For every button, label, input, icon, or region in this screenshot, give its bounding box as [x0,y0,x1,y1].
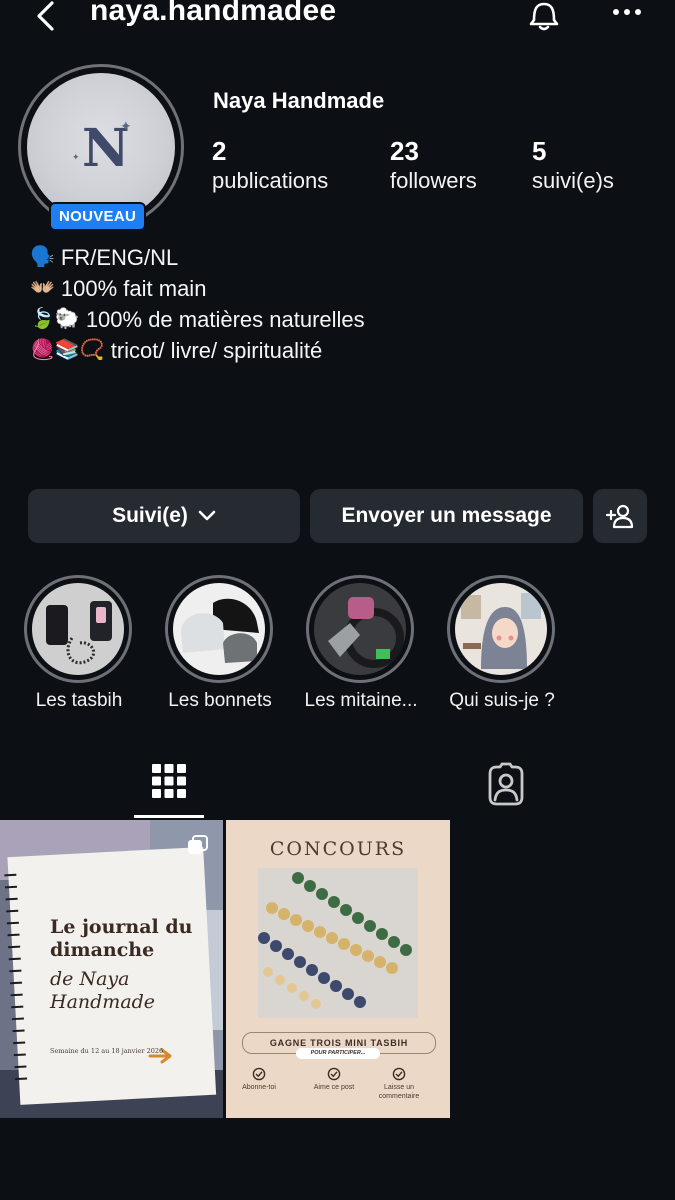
grid-tab-icon[interactable] [134,756,204,818]
display-name: Naya Handmade [213,88,385,113]
bell-icon[interactable] [524,0,564,36]
post-journal-title: Le journal du dimanche [50,916,193,962]
check-icon [392,1067,406,1081]
message-button-label: Envoyer un message [341,504,552,527]
highlight-label: Les bonnets [168,690,272,711]
add-user-icon [605,504,634,529]
post-subtitle-line: Handmade [50,991,156,1013]
post-concours-step: Aime ce post [313,1084,355,1091]
highlight-tasbih-image [32,583,124,675]
bio-text: tricot/ livre/ spiritualité [110,338,323,363]
highlight-label: Les mitaine... [304,690,418,711]
check-icon [252,1067,266,1081]
highlight-label: Les tasbih [35,690,123,711]
bio-text: 100% fait main [60,276,207,301]
post-title-line: dimanche [50,939,155,961]
post-subtitle-line: de Naya [50,968,130,990]
highlight-mitaines[interactable]: Les mitaine... [305,575,418,711]
bio-line: 🍃🐑 100% de matières naturelles [30,304,365,335]
following-button-label: Suivi(e) [112,504,188,527]
bio-text: FR/ENG/NL [60,245,179,270]
post-concours[interactable]: CONCOURS GAGNE TROIS MINI TASBIH POUR PA… [226,820,450,1118]
check-icon [327,1067,341,1081]
post-title-line: Le journal du [50,916,193,938]
bio-line: 🗣️ FR/ENG/NL [30,242,365,273]
chevron-down-icon [198,510,216,521]
tasbih-beads-photo [258,868,418,1018]
posts-count: 2 [212,136,227,166]
bio: 🗣️ FR/ENG/NL 👐🏼 100% fait main 🍃🐑 100% d… [30,242,365,366]
carousel-icon [188,835,208,854]
message-button[interactable]: Envoyer un message [310,489,583,543]
highlight-mitaines-image [314,583,406,675]
highlight-ring [165,575,273,683]
more-options-icon[interactable] [608,2,648,22]
speaking-head-emoji: 🗣️ [30,246,55,268]
followers-label: followers [390,168,477,193]
highlight-tasbih[interactable]: Les tasbih [24,575,134,711]
post-concours-heading: CONCOURS [269,838,407,860]
following-button[interactable]: Suivi(e) [28,489,300,543]
yarn-books-beads-emoji: 🧶📚📿 [30,339,105,361]
active-tab-indicator [134,815,204,818]
tagged-tab-icon[interactable] [482,760,530,808]
leaf-sheep-emoji: 🍃🐑 [30,308,80,330]
sparkle-small-icon: ✦ [72,152,80,162]
highlight-ring [24,575,132,683]
following-label: suivi(e)s [532,168,614,193]
post-journal-footer: Semaine du 12 au 18 janvier 2026 [50,1047,164,1055]
sparkle-icon: ✦ [120,118,132,134]
post-journal-subtitle: de Naya Handmade [50,968,155,1014]
open-hands-emoji: 👐🏼 [30,277,55,299]
profile-username: naya.handmadee [90,0,337,27]
highlight-label: Qui suis-je ? [449,690,555,711]
post-concours-step: Laisse un commentaire [378,1084,420,1100]
highlight-about[interactable]: Qui suis-je ? [447,575,557,711]
add-user-button[interactable] [593,489,647,543]
bio-line: 🧶📚📿 tricot/ livre/ spiritualité [30,335,365,366]
highlight-about-image [455,583,547,675]
new-badge: NOUVEAU [49,202,147,231]
post-journal[interactable]: Le journal du dimanche de Naya Handmade … [0,820,223,1118]
highlight-ring [306,575,414,683]
back-icon[interactable] [30,0,64,34]
highlight-ring [447,575,555,683]
highlight-bonnets[interactable]: Les bonnets [165,575,275,711]
highlight-bonnets-image [173,583,265,675]
followers-count: 23 [390,136,419,166]
stat-posts[interactable]: 2 publications [212,136,328,196]
following-count: 5 [532,136,547,166]
posts-label: publications [212,168,329,193]
post-concours-step: Abonne-toi [242,1084,276,1091]
stat-following[interactable]: 5 suivi(e)s [532,136,614,196]
stat-followers[interactable]: 23 followers [390,136,477,196]
post-concours-subbanner: POUR PARTICIPER... [296,1048,380,1059]
bio-text: 100% de matières naturelles [85,307,365,332]
bio-line: 👐🏼 100% fait main [30,273,365,304]
